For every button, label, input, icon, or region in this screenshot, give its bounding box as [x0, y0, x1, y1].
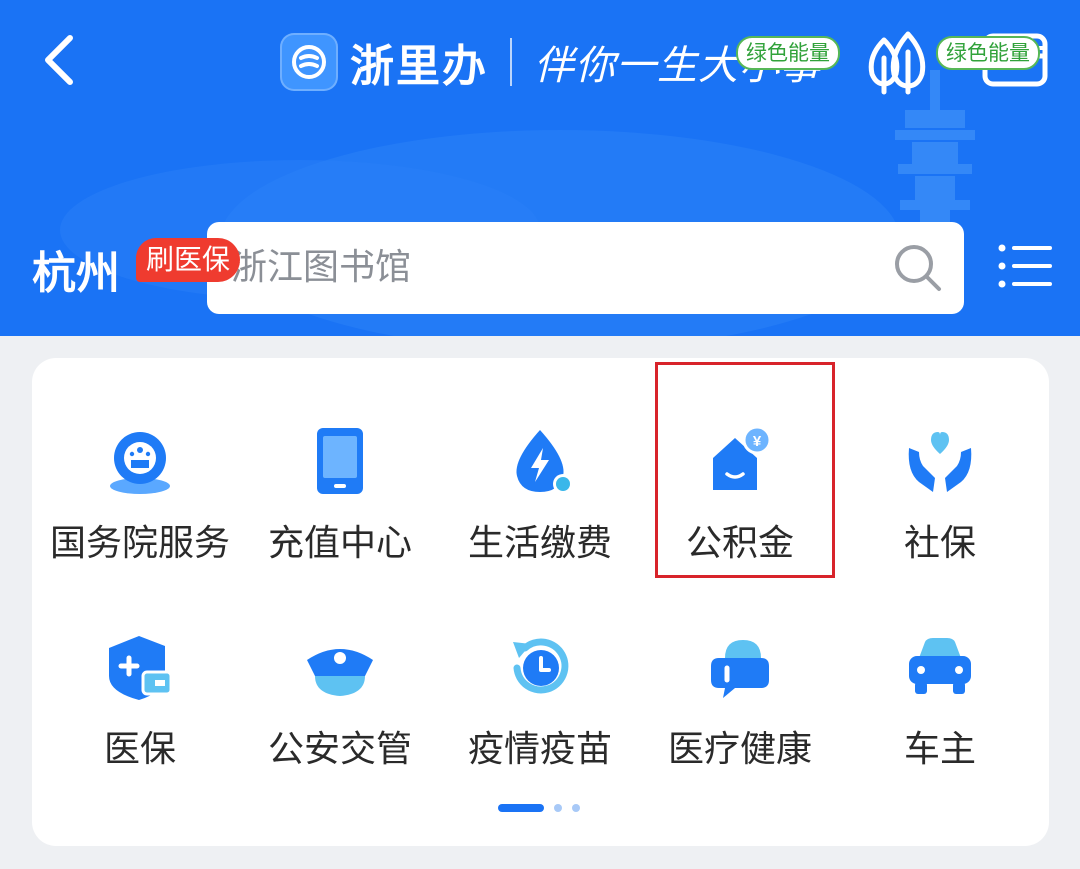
zheliban-logo-icon — [280, 33, 338, 91]
page-dot — [554, 804, 562, 812]
app-name: 浙里办 — [350, 41, 488, 92]
service-label: 生活缴费 — [467, 523, 612, 564]
service-state-council[interactable]: 国务院服务 — [40, 368, 240, 564]
car-icon — [909, 638, 971, 694]
service-label: 社保 — [903, 523, 976, 564]
service-label: 公安交管 — [267, 729, 412, 770]
state-council-icon — [110, 432, 170, 494]
utility-drop-icon — [516, 430, 573, 494]
service-label: 医保 — [103, 729, 176, 770]
app-header: 浙里办 伴你一生大小事 杭州 浙江图书馆 — [0, 0, 1080, 336]
service-medical-health[interactable]: 医疗健康 — [640, 574, 840, 770]
back-icon — [45, 35, 73, 85]
page-indicator — [498, 804, 580, 812]
service-social-security[interactable]: 社保 — [840, 368, 1040, 564]
service-label: 疫情疫苗 — [467, 729, 612, 770]
page-dot-active — [498, 804, 544, 812]
service-recharge-center[interactable]: 充值中心 — [240, 368, 440, 564]
service-car-owner[interactable]: 车主 — [840, 574, 1040, 770]
service-label: 车主 — [903, 729, 976, 770]
service-utility-payment[interactable]: 生活缴费 — [440, 368, 640, 564]
menu-button[interactable] — [996, 240, 1054, 292]
medical-insurance-icon — [109, 636, 173, 700]
logo-divider — [510, 38, 512, 86]
search-placeholder: 浙江图书馆 — [231, 247, 412, 288]
service-epidemic-vaccine[interactable]: 疫情疫苗 — [440, 574, 640, 770]
service-label: 国务院服务 — [49, 523, 230, 564]
social-security-icon — [908, 432, 972, 492]
city-name: 杭州 — [32, 248, 120, 299]
green-energy-badge: 绿色能量 — [736, 36, 840, 70]
vaccine-clock-icon — [513, 638, 569, 694]
tablet-icon — [317, 428, 363, 494]
search-icon[interactable] — [892, 242, 944, 294]
service-police-traffic[interactable]: 公安交管 — [240, 574, 440, 770]
tree-button[interactable] — [862, 28, 936, 96]
service-label: 医疗健康 — [667, 729, 812, 770]
tree-icon — [868, 31, 926, 95]
health-chat-icon — [711, 640, 769, 698]
service-medical-insurance[interactable]: 医保 — [40, 574, 240, 770]
page-dot — [572, 804, 580, 812]
green-energy-badge: 绿色能量 — [936, 36, 1040, 70]
search-input[interactable]: 浙江图书馆 — [207, 222, 964, 314]
police-cap-icon — [307, 649, 373, 696]
swipe-medical-badge: 刷医保 — [136, 238, 241, 282]
list-menu-icon — [998, 244, 1052, 288]
service-label: 充值中心 — [267, 523, 412, 564]
back-button[interactable] — [36, 30, 86, 90]
highlight-frame — [655, 362, 835, 578]
